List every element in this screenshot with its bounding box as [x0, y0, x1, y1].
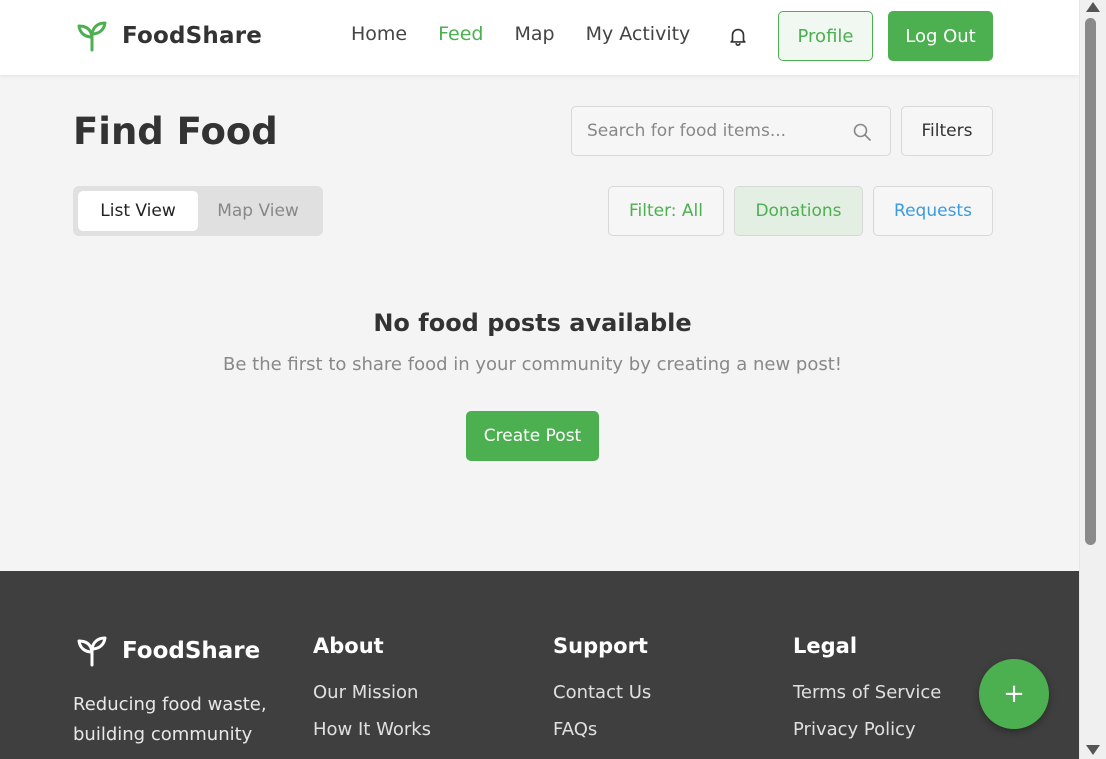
main-nav: Home Feed Map My Activity	[351, 23, 690, 45]
bell-icon[interactable]	[727, 25, 749, 47]
footer-heading: Support	[553, 634, 648, 658]
nav-map[interactable]: Map	[514, 23, 554, 45]
map-view-tab[interactable]: Map View	[198, 191, 318, 231]
page-viewport: FoodShare Home Feed Map My Activity Prof…	[0, 0, 1079, 759]
page-title: Find Food	[73, 110, 278, 153]
nav-my-activity[interactable]: My Activity	[586, 23, 691, 45]
footer-link-how-it-works[interactable]: How It Works	[313, 719, 431, 740]
footer-heading: About	[313, 634, 384, 658]
empty-state-title: No food posts available	[373, 309, 692, 337]
empty-state-subtitle: Be the first to share food in your commu…	[223, 354, 842, 375]
scroll-up-arrow-icon[interactable]	[1086, 2, 1100, 12]
top-navbar: FoodShare Home Feed Map My Activity Prof…	[0, 0, 1079, 75]
sprout-logo-icon	[77, 21, 107, 52]
search-icon[interactable]	[852, 122, 872, 142]
sprout-logo-icon	[77, 636, 107, 667]
view-toggle: List View Map View	[73, 186, 323, 236]
brand[interactable]: FoodShare	[76, 20, 262, 52]
search-input[interactable]	[572, 107, 842, 155]
footer-link-privacy[interactable]: Privacy Policy	[793, 719, 941, 740]
nav-feed[interactable]: Feed	[438, 23, 483, 45]
nav-home[interactable]: Home	[351, 23, 407, 45]
create-post-button[interactable]: Create Post	[466, 411, 599, 461]
requests-chip[interactable]: Requests	[873, 186, 993, 236]
search-box	[571, 106, 891, 156]
footer-col-support: Support Contact Us FAQs	[553, 634, 651, 756]
footer-col-about: About Our Mission How It Works	[313, 634, 431, 756]
filter-all-chip[interactable]: Filter: All	[608, 186, 724, 236]
footer-link-faqs[interactable]: FAQs	[553, 719, 651, 740]
footer-brand[interactable]: FoodShare	[76, 635, 260, 667]
footer-brand-name: FoodShare	[122, 638, 261, 664]
donations-chip[interactable]: Donations	[734, 186, 863, 236]
scroll-thumb[interactable]	[1085, 18, 1096, 545]
footer-heading: Legal	[793, 634, 858, 658]
footer-link-terms[interactable]: Terms of Service	[793, 682, 941, 703]
footer-link-contact-us[interactable]: Contact Us	[553, 682, 651, 703]
footer-tagline: Reducing food waste, building community	[73, 694, 267, 745]
logout-button[interactable]: Log Out	[888, 11, 993, 61]
list-view-tab[interactable]: List View	[78, 191, 198, 231]
profile-button[interactable]: Profile	[778, 11, 873, 61]
footer-link-our-mission[interactable]: Our Mission	[313, 682, 431, 703]
footer-col-legal: Legal Terms of Service Privacy Policy	[793, 634, 941, 756]
page-scrollbar[interactable]	[1079, 0, 1106, 759]
footer: FoodShare Reducing food waste, building …	[0, 571, 1079, 759]
filters-button[interactable]: Filters	[901, 106, 993, 156]
add-post-fab[interactable]: +	[979, 659, 1049, 729]
brand-name: FoodShare	[122, 23, 263, 49]
scroll-down-arrow-icon[interactable]	[1086, 745, 1100, 755]
